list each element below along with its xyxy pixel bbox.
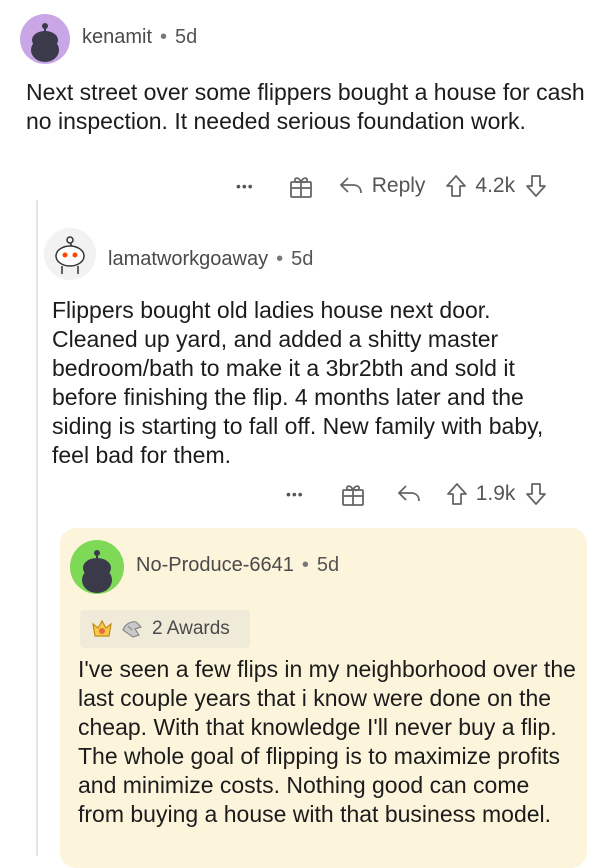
timestamp: 5d [175, 26, 198, 48]
comment-text: I've seen a few flips in my neighborhood… [78, 656, 576, 827]
gift-icon[interactable] [288, 173, 314, 199]
score: 4.2k [475, 174, 516, 197]
reply-icon [338, 175, 364, 197]
reply-label: Reply [371, 174, 426, 197]
upvote-icon[interactable] [446, 482, 468, 506]
separator: • [160, 26, 168, 48]
upvote-icon[interactable] [445, 174, 467, 198]
username[interactable]: kenamit [82, 26, 152, 49]
more-options-button[interactable]: ••• [236, 178, 254, 194]
separator: • [276, 248, 284, 270]
score: 1.9k [475, 482, 516, 505]
avatar[interactable] [44, 228, 96, 280]
snoo-avatar-icon [31, 23, 59, 62]
snoo-avatar-icon [55, 236, 85, 274]
thread-line [36, 200, 38, 856]
comment-meta: kenamit • 5d [82, 26, 197, 49]
downvote-icon[interactable] [525, 482, 547, 506]
avatar[interactable] [20, 14, 70, 64]
more-options-button[interactable]: ••• [286, 486, 304, 502]
comment-meta: lamatworkgoaway • 5d [108, 248, 313, 271]
award-silver-icon [120, 618, 146, 640]
comment-actions: ••• Reply 4.2k [236, 170, 586, 202]
avatar[interactable] [70, 540, 124, 594]
downvote-icon[interactable] [525, 174, 547, 198]
award-helpful-icon [90, 618, 114, 640]
username[interactable]: No-Produce-6641 [136, 554, 294, 577]
timestamp: 5d [316, 554, 340, 576]
comment-text: Next street over some flippers bought a … [26, 79, 585, 134]
awards-label: 2 Awards [152, 618, 230, 639]
separator: • [301, 554, 309, 576]
awards-badge[interactable]: 2 Awards [80, 610, 250, 648]
reply-icon[interactable] [396, 483, 422, 505]
comment-meta: No-Produce-6641 • 5d [136, 554, 339, 577]
username[interactable]: lamatworkgoaway [108, 248, 268, 271]
comment-actions: ••• 1.9k [286, 478, 586, 510]
gift-icon[interactable] [340, 481, 366, 507]
timestamp: 5d [291, 248, 314, 270]
reply-button[interactable]: Reply [338, 174, 426, 198]
snoo-avatar-icon [82, 550, 112, 593]
comment-text: Flippers bought old ladies house next do… [52, 297, 544, 468]
